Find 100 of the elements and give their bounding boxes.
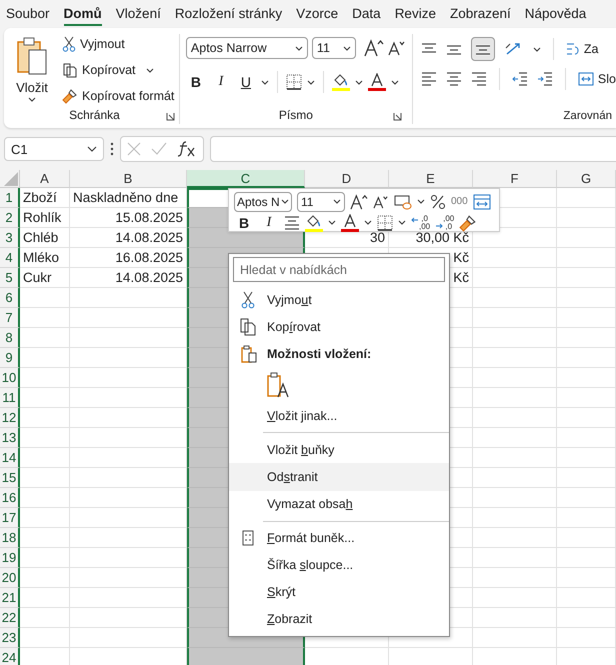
table-cell <box>20 448 70 468</box>
row-header[interactable]: 4 <box>0 248 20 268</box>
borders-icon[interactable] <box>286 74 302 90</box>
column-header[interactable]: E <box>389 170 473 188</box>
bold-button[interactable]: B <box>186 72 206 92</box>
fill-color-icon[interactable] <box>305 214 323 232</box>
row-header[interactable]: 24 <box>0 648 20 665</box>
increase-indent-icon[interactable] <box>536 72 553 86</box>
font-color-icon[interactable] <box>341 214 359 232</box>
autofit-icon[interactable] <box>472 194 491 210</box>
row-header[interactable]: 5 <box>0 268 20 288</box>
row-header[interactable]: 14 <box>0 448 20 468</box>
ribbon-tab[interactable]: Vzorce <box>296 0 338 26</box>
row-header[interactable]: 11 <box>0 388 20 408</box>
decrease-decimal-button[interactable]: ,00 ,0 <box>435 214 454 230</box>
formula-field[interactable] <box>210 136 616 162</box>
italic-button[interactable]: I <box>259 212 279 232</box>
ribbon-tab[interactable]: Soubor <box>6 0 50 26</box>
row-header[interactable]: 19 <box>0 548 20 568</box>
menu-item[interactable]: Vložit jinak... <box>229 402 449 430</box>
bold-button[interactable]: B <box>234 212 254 232</box>
merge-button[interactable]: Slo <box>578 72 616 86</box>
align-top-icon[interactable] <box>420 43 437 55</box>
row-header[interactable]: 6 <box>0 288 20 308</box>
fill-color-icon[interactable] <box>332 73 350 91</box>
align-middle-icon[interactable] <box>446 43 462 55</box>
ribbon-tab[interactable]: Rozložení stránky <box>174 0 282 26</box>
row-header[interactable]: 17 <box>0 508 20 528</box>
column-header[interactable]: G <box>557 170 616 188</box>
underline-button[interactable]: U <box>236 72 256 92</box>
font-name-field[interactable]: Aptos Narrow <box>186 37 308 59</box>
ribbon-tab[interactable]: Data <box>352 0 381 26</box>
shrink-font-icon[interactable] <box>373 194 389 208</box>
paste-text-icon[interactable] <box>267 372 291 398</box>
table-cell <box>20 428 70 448</box>
name-box[interactable]: C1 <box>4 137 104 161</box>
row-header[interactable]: 3 <box>0 228 20 248</box>
italic-button[interactable]: I <box>210 72 231 92</box>
row-header[interactable]: 15 <box>0 468 20 488</box>
ribbon-tab[interactable]: Vložení <box>116 0 161 26</box>
thousands-separator-button[interactable]: 000 <box>451 196 468 207</box>
align-right-icon[interactable] <box>470 72 487 86</box>
menu-item[interactable]: Šířka sloupce... <box>229 552 449 579</box>
font-color-icon[interactable] <box>368 73 386 91</box>
row-header[interactable]: 21 <box>0 588 20 608</box>
format-painter-button[interactable]: Kopírovat formát <box>62 86 174 106</box>
row-header[interactable]: 13 <box>0 428 20 448</box>
menu-item[interactable]: Vyjmout <box>229 286 449 314</box>
percent-icon[interactable] <box>430 194 446 210</box>
align-left-icon[interactable] <box>420 72 437 86</box>
row-header[interactable]: 1 <box>0 188 20 208</box>
chevron-icon <box>417 199 425 204</box>
ribbon-tab[interactable]: Zobrazení <box>450 0 511 26</box>
align-center-icon[interactable] <box>446 72 462 86</box>
number-format-icon[interactable] <box>394 194 412 210</box>
shrink-font-icon[interactable] <box>388 40 406 56</box>
row-header[interactable]: 12 <box>0 408 20 428</box>
font-name-field[interactable]: Aptos N <box>234 192 292 212</box>
row-header[interactable]: 10 <box>0 368 20 388</box>
menu-item[interactable]: Formát buněk... <box>229 524 449 552</box>
menu-item[interactable]: Odstranit <box>229 463 449 491</box>
row-header[interactable]: 16 <box>0 488 20 508</box>
column-header[interactable]: D <box>305 170 389 188</box>
font-size-field[interactable]: 11 <box>297 192 345 212</box>
row-header[interactable]: 18 <box>0 528 20 548</box>
insert-function-icon[interactable] <box>177 141 197 157</box>
grow-font-icon[interactable] <box>364 39 384 57</box>
row-header[interactable]: 2 <box>0 208 20 228</box>
search-field[interactable]: Hledat v nabídkách <box>233 257 445 282</box>
row-header[interactable]: 8 <box>0 328 20 348</box>
ribbon-tab[interactable]: Domů <box>64 0 102 26</box>
paste-button[interactable]: Vložit <box>10 34 54 106</box>
brush-icon[interactable] <box>459 214 478 232</box>
wrap-text-button[interactable]: Za <box>566 41 599 57</box>
decrease-indent-icon[interactable] <box>512 72 528 86</box>
row-header[interactable]: 20 <box>0 568 20 588</box>
menu-item[interactable]: Kopírovat <box>229 313 449 340</box>
font-size-field[interactable]: 11 <box>312 37 356 59</box>
column-header[interactable]: B <box>70 170 187 188</box>
menu-item[interactable]: Vymazat obsah <box>229 490 449 518</box>
menu-item[interactable]: Zobrazit <box>229 606 449 634</box>
row-header[interactable]: 22 <box>0 608 20 628</box>
cut-button[interactable]: Vyjmout <box>62 34 174 54</box>
ribbon-tab[interactable]: Revize <box>394 0 436 26</box>
row-header[interactable]: 7 <box>0 308 20 328</box>
grow-font-icon[interactable] <box>350 194 368 210</box>
menu-item[interactable]: Vložit buňky <box>229 436 449 464</box>
menu-item[interactable]: Skrýt <box>229 578 449 606</box>
align-center-icon[interactable] <box>284 216 300 230</box>
increase-decimal-button[interactable]: ,0 ,00 <box>411 214 430 230</box>
column-header[interactable]: F <box>473 170 557 188</box>
copy-button[interactable]: Kopírovat <box>62 60 136 80</box>
row-header[interactable]: 9 <box>0 348 20 368</box>
align-bottom-button[interactable] <box>470 37 495 61</box>
column-header[interactable]: A <box>20 170 70 188</box>
table-cell <box>557 328 616 348</box>
borders-icon[interactable] <box>377 214 393 230</box>
column-header[interactable]: C <box>187 170 305 188</box>
ribbon-tab[interactable]: Nápověda <box>524 0 586 26</box>
row-header[interactable]: 23 <box>0 628 20 648</box>
